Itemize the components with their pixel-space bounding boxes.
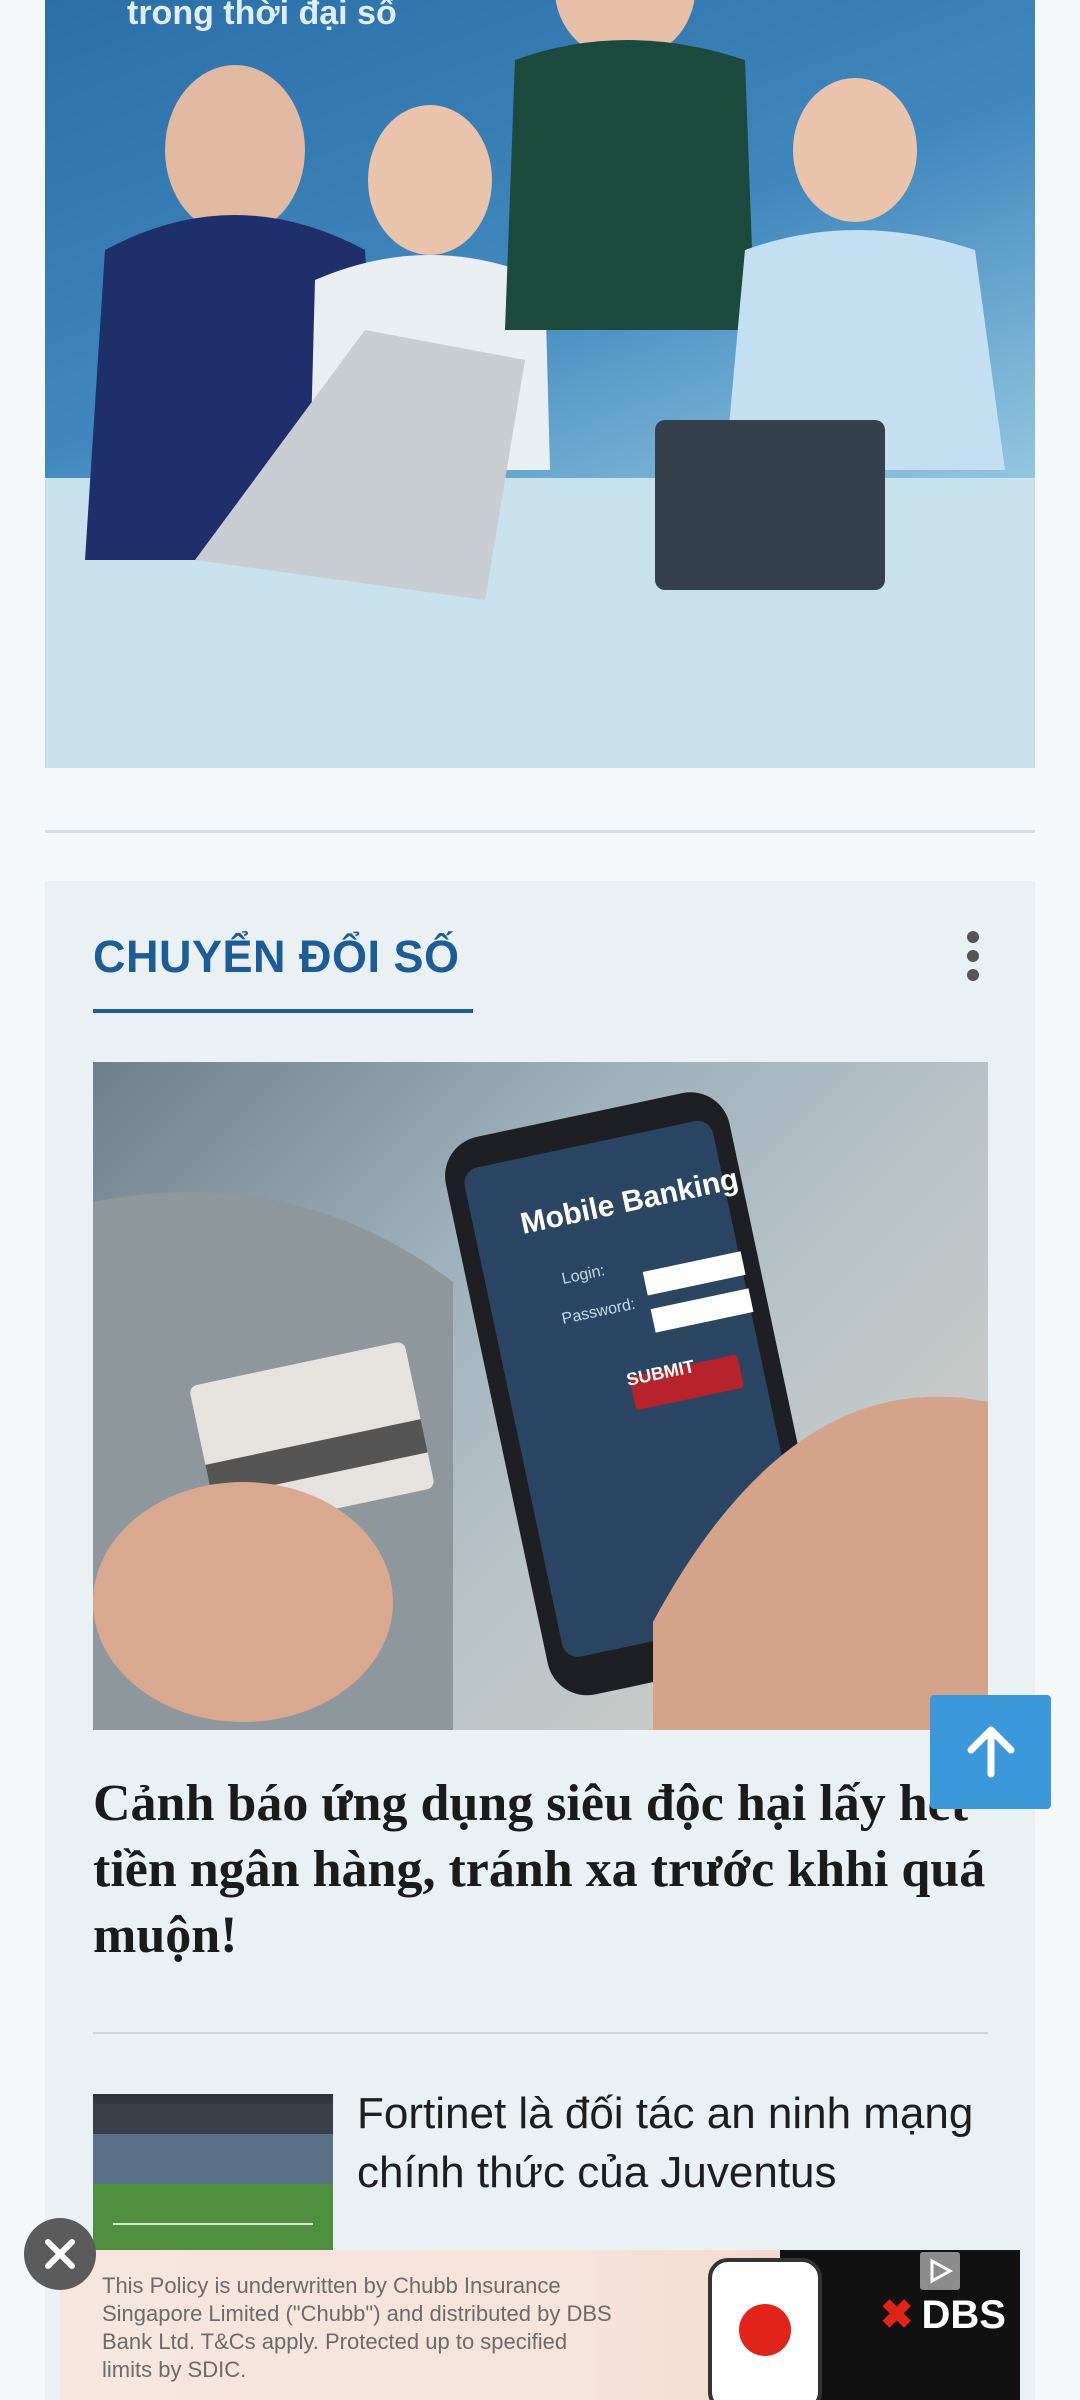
hero-image[interactable]: trong thời đại số xyxy=(45,0,1035,768)
ad-choices-icon[interactable] xyxy=(920,2252,960,2290)
divider xyxy=(45,830,1035,833)
section-title-underline xyxy=(93,1009,473,1013)
featured-article-title[interactable]: Cảnh báo ứng dụng siêu độc hại lấy hết t… xyxy=(93,1771,993,1969)
ad-banner[interactable]: This Policy is underwritten by Chubb Ins… xyxy=(60,2250,1020,2400)
divider xyxy=(93,2032,988,2034)
dbs-logo-icon: ✖ xyxy=(880,2293,914,2337)
section-chuyen-doi-so: CHUYỂN ĐỔI SỐ Mobile Banking Login: Pass… xyxy=(45,881,1035,2400)
stadium-thumbnail xyxy=(93,2104,333,2254)
more-options-button[interactable] xyxy=(945,921,1001,991)
news-item-thumbnail[interactable] xyxy=(93,2094,333,2254)
ad-brand: ✖ DBS xyxy=(880,2292,1006,2338)
arrow-up-icon xyxy=(967,1726,1014,1778)
vertical-dots-icon xyxy=(967,931,979,943)
hero-illustration xyxy=(45,0,1035,768)
featured-article-image[interactable]: Mobile Banking Login: Password: SUBMIT xyxy=(93,1062,988,1730)
news-item-title[interactable]: Fortinet là đối tác an ninh mạng chính t… xyxy=(357,2084,997,2202)
ad-disclaimer-text: This Policy is underwritten by Chubb Ins… xyxy=(102,2273,612,2382)
back-to-top-button[interactable] xyxy=(930,1695,1051,1809)
close-icon xyxy=(45,2239,75,2269)
mobile-banking-illustration: Mobile Banking Login: Password: SUBMIT xyxy=(93,1092,988,1730)
hero-caption: trong thời đại số xyxy=(127,0,397,32)
ad-brand-name: DBS xyxy=(921,2292,1006,2337)
section-title[interactable]: CHUYỂN ĐỔI SỐ xyxy=(93,931,460,983)
ad-phone-graphic xyxy=(708,2258,822,2400)
ad-close-button[interactable] xyxy=(24,2218,96,2290)
